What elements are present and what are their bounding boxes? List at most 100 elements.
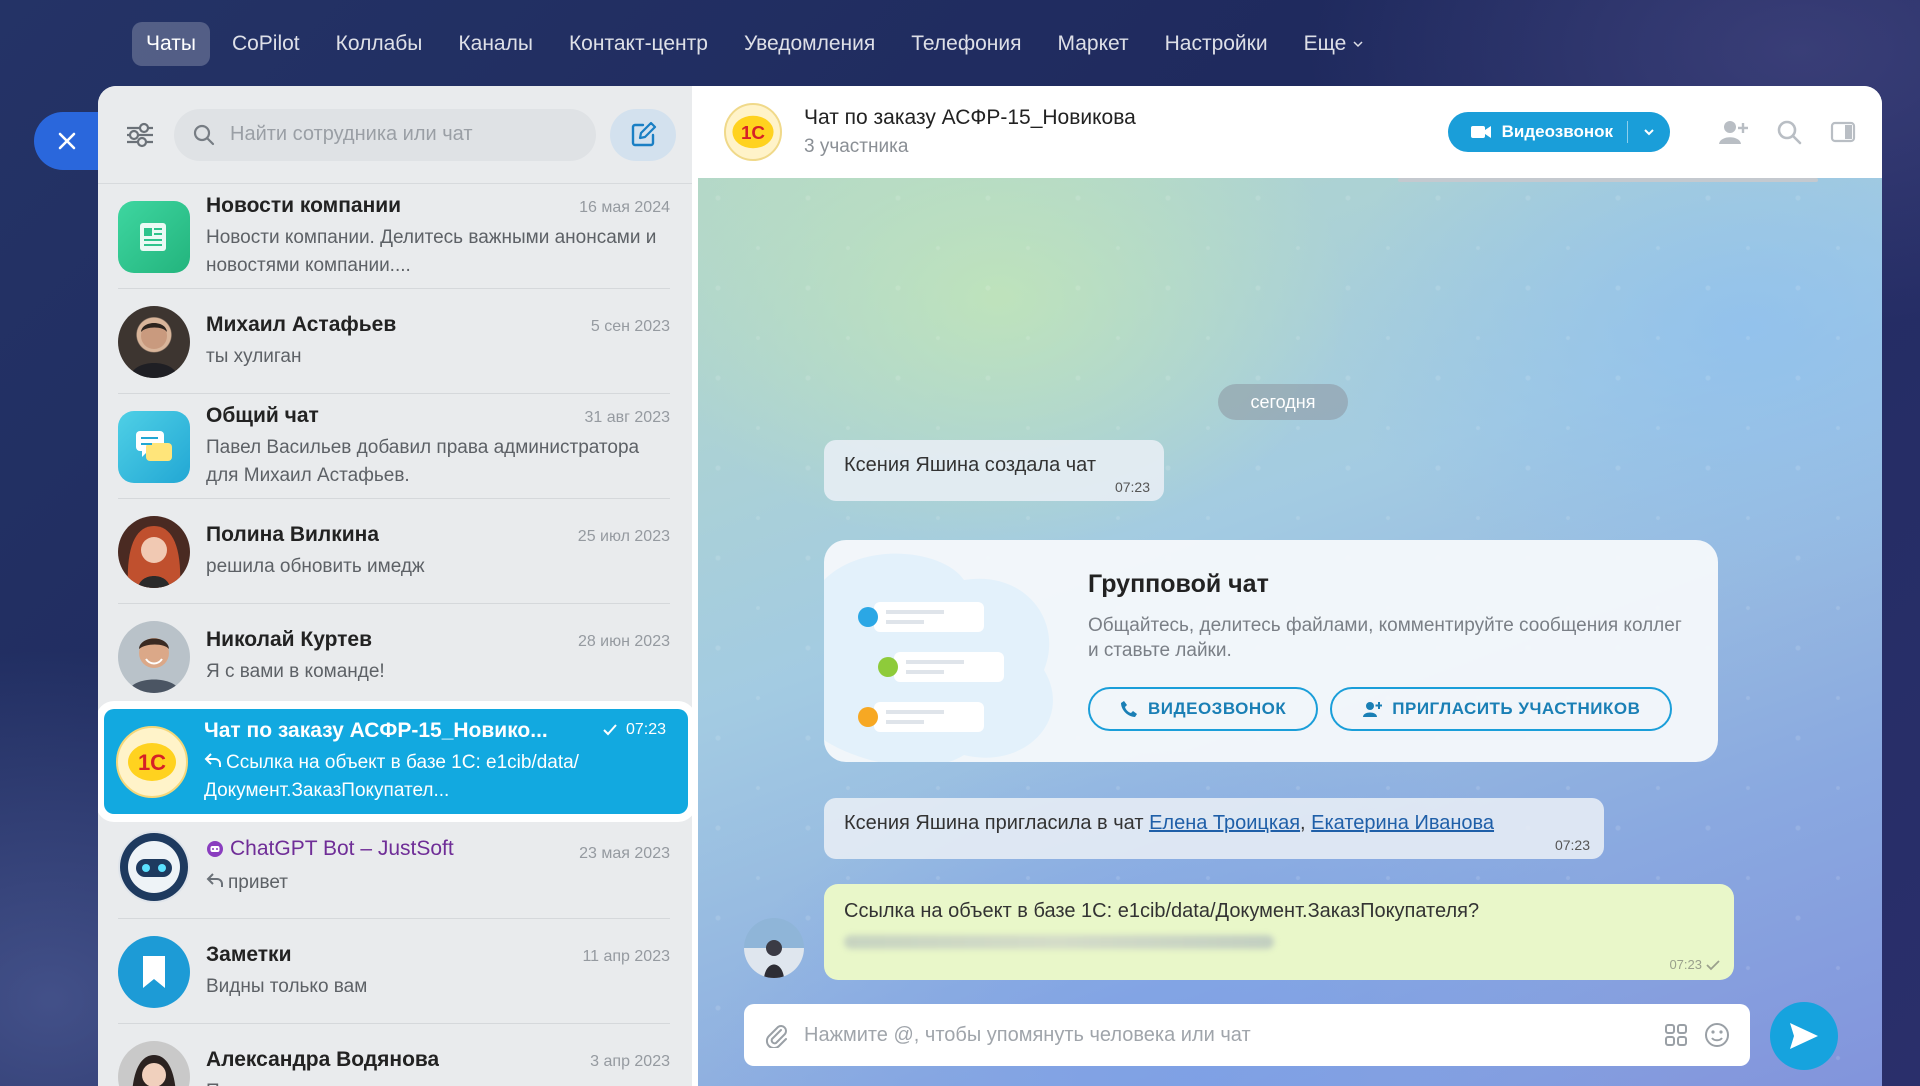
- message-text[interactable]: Ссылка на объект в базе 1С: e1cib/data/Д…: [844, 900, 1714, 923]
- avatar: [118, 620, 190, 693]
- message-input[interactable]: [804, 1023, 1648, 1047]
- participants-count[interactable]: 3 участника: [804, 136, 1426, 158]
- onec-logo-icon: 1С: [128, 742, 176, 781]
- avatar: [118, 515, 190, 588]
- chat-name: Заметки: [206, 942, 292, 966]
- nav-contact-center[interactable]: Контакт-центр: [555, 22, 722, 66]
- video-camera-icon: [1470, 126, 1491, 138]
- chat-list-item[interactable]: Александра Водянова 3 апр 2023 Пользовате…: [106, 1024, 692, 1086]
- chat-date: 3 апр 2023: [590, 1052, 670, 1070]
- chat-date: 23 мая 2023: [579, 844, 670, 862]
- compose-icon: [631, 121, 657, 146]
- own-message[interactable]: Ссылка на объект в базе 1С: e1cib/data/Д…: [824, 884, 1734, 980]
- bookmark-icon: [143, 955, 165, 988]
- apps-grid-icon[interactable]: [1664, 1023, 1688, 1047]
- chat-preview: решила обновить имедж: [206, 555, 425, 577]
- paperclip-icon[interactable]: [764, 1022, 788, 1048]
- sender-avatar[interactable]: [744, 918, 804, 978]
- nav-telephony[interactable]: Телефония: [897, 22, 1035, 66]
- date-separator: сегодня: [1218, 384, 1348, 420]
- chat-date: 5 сен 2023: [590, 317, 670, 335]
- person-photo-icon: [132, 1054, 176, 1086]
- read-check-icon: [1706, 959, 1720, 970]
- chat-date: 25 июл 2023: [577, 527, 670, 545]
- system-message: Ксения Яшина создала чат 07:23: [824, 440, 1164, 501]
- blurred-text: [844, 935, 1274, 949]
- chat-list-item[interactable]: Михаил Астафьев 5 сен 2023 ты хулиган: [106, 289, 692, 394]
- chat-list-item[interactable]: Новости компании 16 мая 2024 Новости комп…: [106, 184, 692, 289]
- scroll-indicator: [1398, 178, 1818, 182]
- new-chat-button[interactable]: [610, 108, 676, 161]
- search-box: [174, 108, 596, 161]
- chat-name: Общий чат: [206, 403, 319, 427]
- sidebar-panel-icon[interactable]: [1830, 121, 1856, 143]
- avatar: [118, 305, 190, 378]
- system-message: Ксения Яшина пригласила в чат Елена Трои…: [824, 798, 1604, 859]
- user-link[interactable]: Екатерина Иванова: [1311, 812, 1494, 834]
- send-button[interactable]: [1770, 1002, 1838, 1070]
- search-input[interactable]: [230, 123, 578, 146]
- nav-collabs[interactable]: Коллабы: [322, 22, 437, 66]
- chat-preview-text: привет: [228, 871, 288, 893]
- general-chat-avatar: [118, 410, 190, 483]
- message-time-text: 07:23: [1669, 957, 1702, 972]
- button-divider: [1627, 121, 1628, 143]
- chat-name: Николай Куртев: [206, 627, 373, 651]
- chat-list-item[interactable]: ChatGPT Bot – JustSoft 23 мая 2023 приве…: [106, 814, 692, 919]
- chat-preview: Новости компании. Делитесь важными анонс…: [206, 226, 657, 276]
- add-user-icon[interactable]: [1718, 118, 1748, 146]
- person-photo-icon: [127, 525, 181, 588]
- group-chat-intro-card: Групповой чат Общайтесь, делитесь файлам…: [824, 540, 1718, 762]
- chat-preview: привет: [206, 869, 670, 897]
- chat-date: 16 мая 2024: [579, 198, 670, 216]
- video-call-label: Видеозвонок: [1501, 122, 1613, 141]
- chat-list-item[interactable]: Заметки 11 апр 2023 Видны только вам: [106, 919, 692, 1024]
- invite-participants-button[interactable]: ПРИГЛАСИТЬ УЧАСТНИКОВ: [1330, 687, 1673, 731]
- chat-list-item-active[interactable]: 1С Чат по заказу АСФР-15_Новико... 07:23…: [104, 709, 688, 814]
- read-check-icon: [603, 723, 617, 735]
- nav-settings[interactable]: Настройки: [1151, 22, 1282, 66]
- avatar: [118, 1040, 190, 1086]
- filter-button[interactable]: [120, 115, 160, 155]
- card-video-call-button[interactable]: ВИДЕОЗВОНОК: [1088, 687, 1319, 731]
- chat-list-item[interactable]: Полина Вилкина 25 июл 2023 решила обновит…: [106, 499, 692, 604]
- nav-more[interactable]: Еще: [1290, 22, 1379, 66]
- bot-badge-icon: [207, 840, 223, 857]
- chat-list-illustration-icon: [824, 553, 1053, 762]
- chat-area: 1С Чат по заказу АСФР-15_Новикова 3 учас…: [692, 86, 1882, 1086]
- person-photo-icon: [128, 637, 180, 693]
- chat-avatar[interactable]: 1С: [724, 103, 782, 161]
- message-time: 07:23: [1669, 957, 1720, 972]
- chat-header: 1С Чат по заказу АСФР-15_Новикова 3 учас…: [692, 86, 1882, 178]
- nav-chats[interactable]: Чаты: [132, 22, 210, 66]
- invite-participants-label: ПРИГЛАСИТЬ УЧАСТНИКОВ: [1392, 699, 1641, 718]
- nav-copilot[interactable]: CoPilot: [218, 22, 314, 66]
- chat-sidebar: Новости компании 16 мая 2024 Новости комп…: [98, 86, 692, 1086]
- close-button[interactable]: [34, 112, 100, 170]
- chat-preview: ты хулиган: [206, 345, 302, 367]
- bot-avatar: [118, 830, 190, 903]
- chat-list-item[interactable]: Общий чат 31 авг 2023 Павел Васильев доба…: [106, 394, 692, 499]
- card-video-call-label: ВИДЕОЗВОНОК: [1148, 699, 1287, 718]
- message-time: 07:23: [1554, 837, 1590, 853]
- nav-market[interactable]: Маркет: [1043, 22, 1142, 66]
- chat-title[interactable]: Чат по заказу АСФР-15_Новикова: [804, 106, 1426, 130]
- message-time: 07:23: [1114, 479, 1150, 495]
- chat-name: Михаил Астафьев: [206, 312, 397, 336]
- video-call-button[interactable]: Видеозвонок: [1447, 112, 1670, 152]
- chevron-down-icon[interactable]: [1642, 125, 1656, 139]
- separator: ,: [1300, 812, 1312, 834]
- nav-channels[interactable]: Каналы: [444, 22, 547, 66]
- user-link[interactable]: Елена Троицкая: [1149, 812, 1300, 834]
- chat-list-item[interactable]: Николай Куртев 28 июн 2023 Я с вами в ком…: [106, 604, 692, 709]
- search-icon[interactable]: [1776, 119, 1802, 145]
- chat-bubbles-icon: [136, 430, 172, 461]
- chat-name-text: ChatGPT Bot – JustSoft: [230, 836, 454, 860]
- nav-notifications[interactable]: Уведомления: [730, 22, 889, 66]
- chat-list: Новости компании 16 мая 2024 Новости комп…: [98, 184, 692, 1086]
- emoji-icon[interactable]: [1704, 1022, 1730, 1048]
- chevron-down-icon: [1353, 41, 1363, 48]
- chat-preview: Я с вами в команде!: [206, 660, 385, 682]
- chat-preview-text: Ссылка на объект в базе 1С: e1cib/data/Д…: [204, 751, 579, 801]
- reply-arrow-icon: [206, 872, 223, 887]
